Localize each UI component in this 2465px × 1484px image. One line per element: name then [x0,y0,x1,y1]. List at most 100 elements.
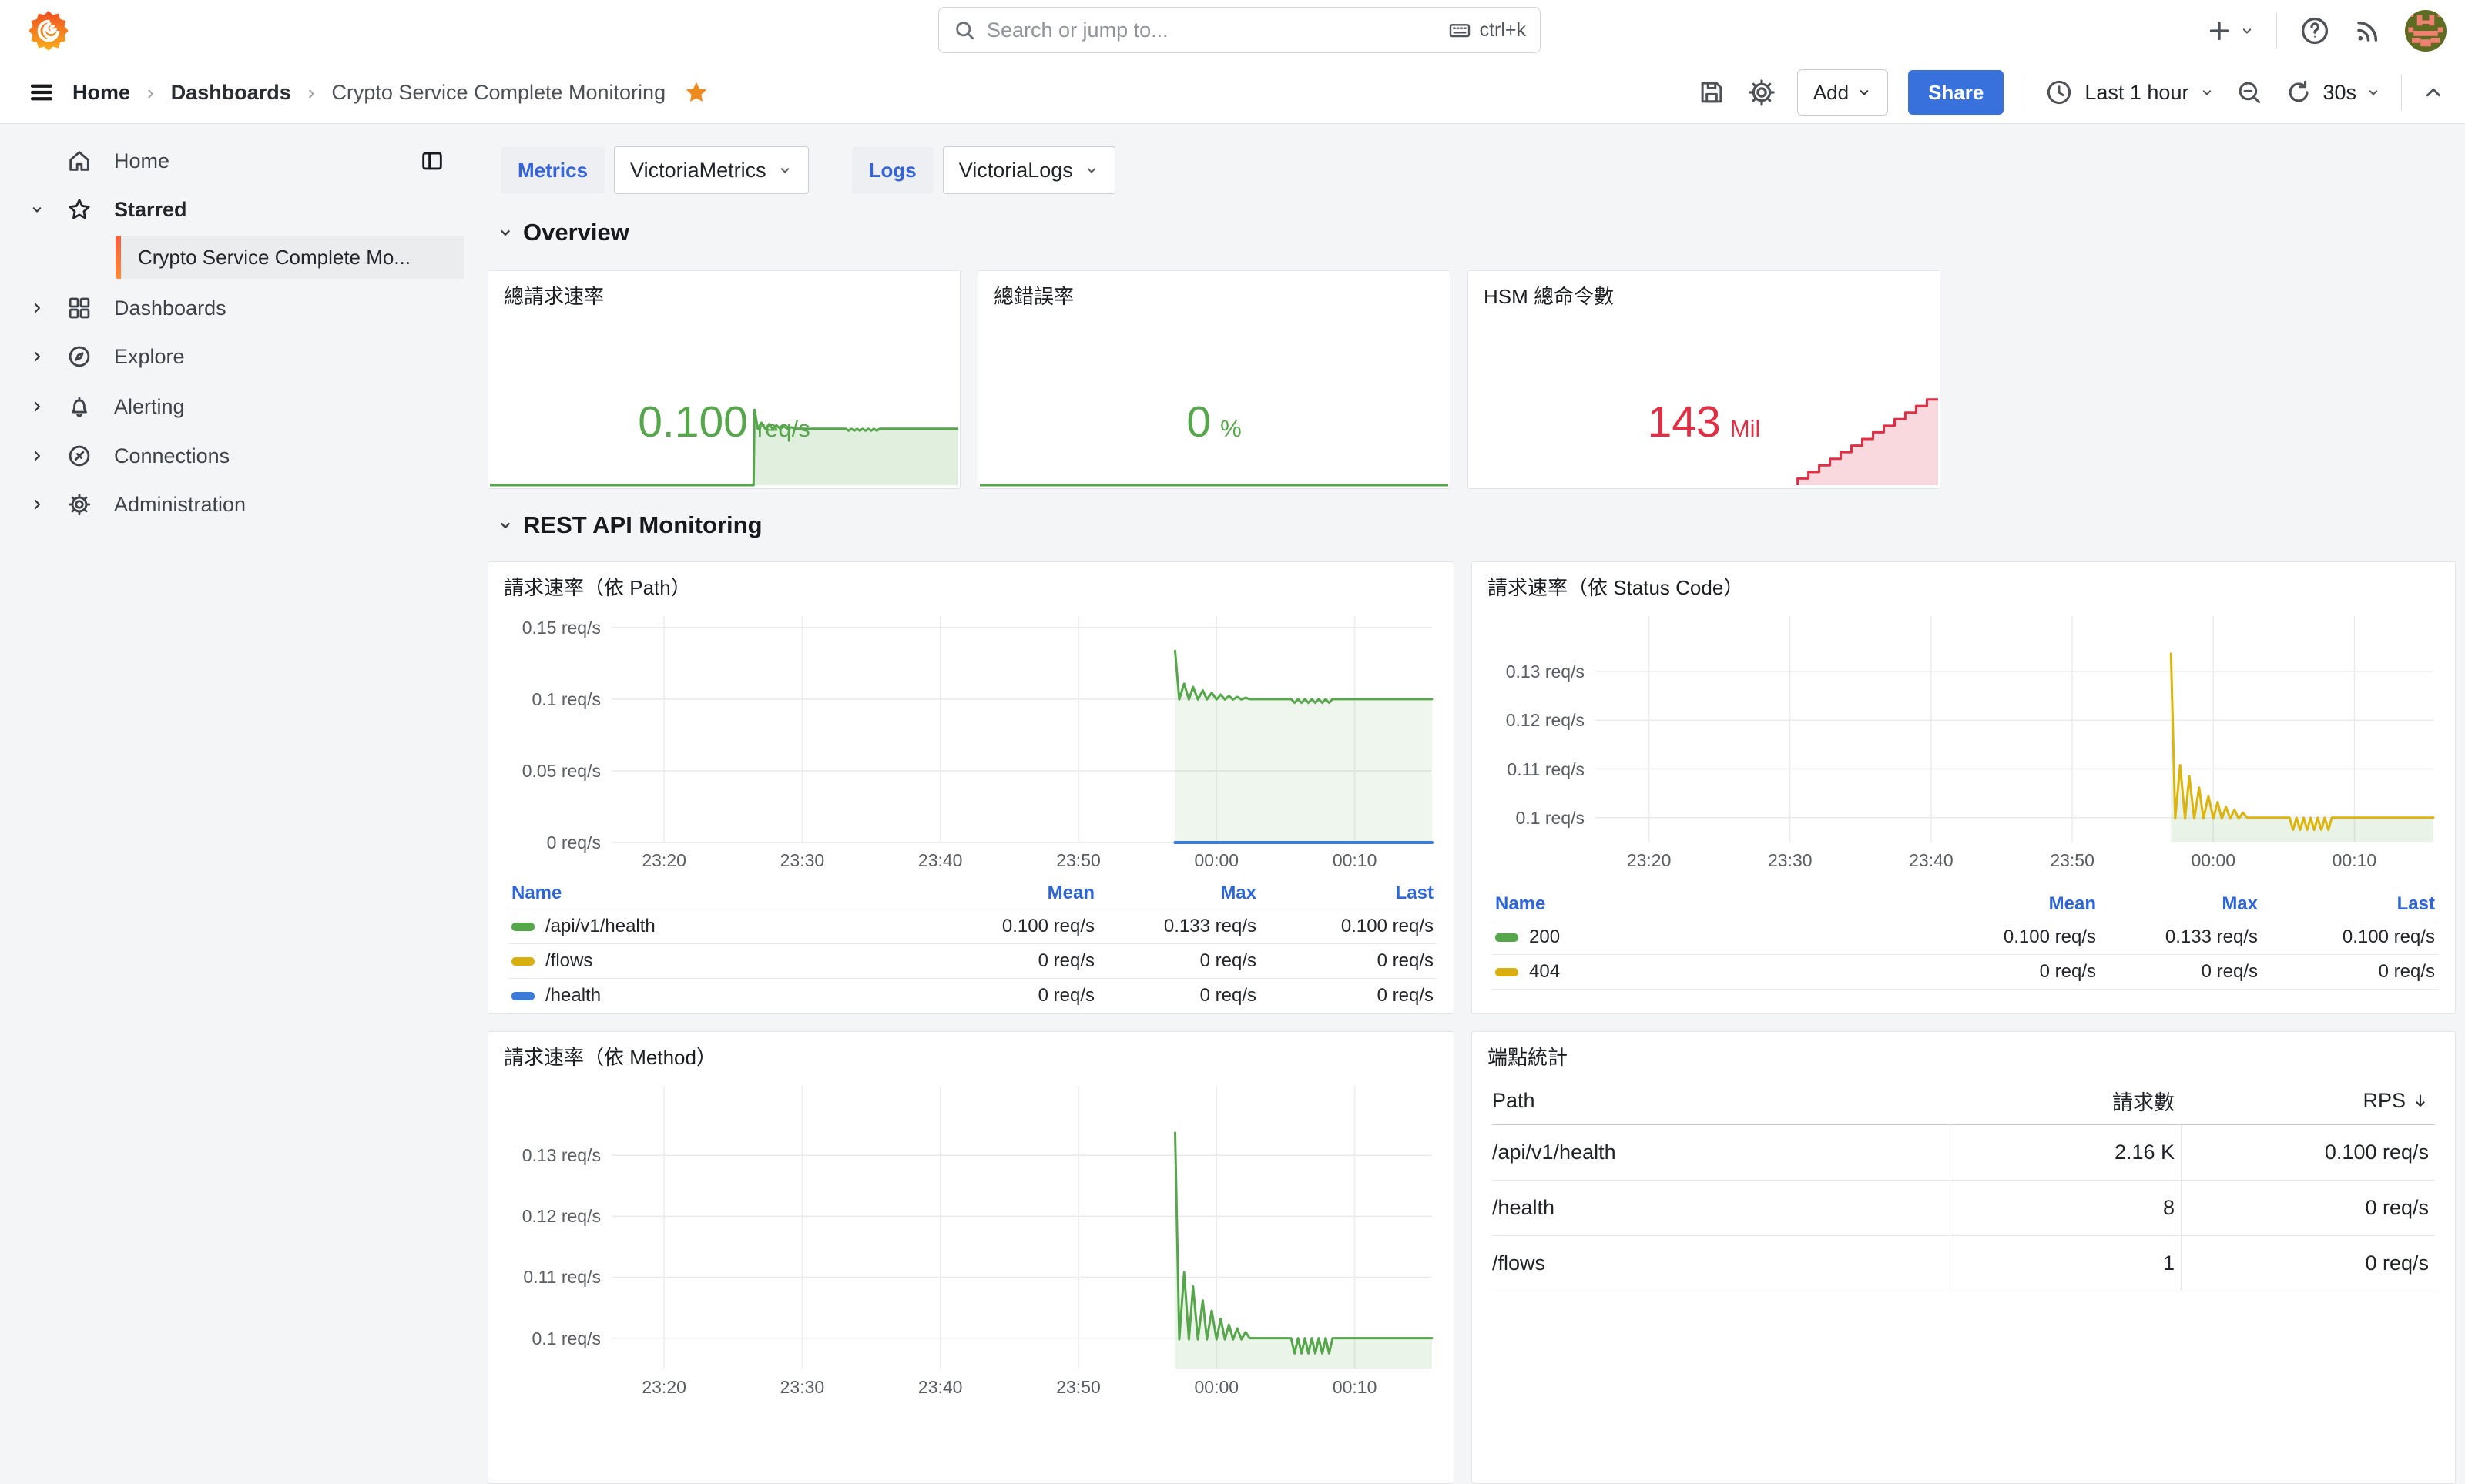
series-color-swatch [511,957,535,966]
add-new-button[interactable] [2205,17,2255,45]
refresh-icon [2284,78,2313,107]
panel-title: 請求速率（依 Status Code） [1487,572,1743,601]
stat-panel-total-error-rate[interactable]: 總錯誤率 0 % [978,270,1450,489]
variable-picker-metrics[interactable]: VictoriaMetrics [614,146,809,194]
variable-label-logs: Logs [852,147,934,193]
x-axis-label: 23:50 [2026,850,2118,871]
sidebar-item-starred[interactable]: Starred [0,187,471,232]
sidebar-item-label: Explore [114,345,185,369]
shortcut-hint: ctrl+k [1447,18,1526,42]
chart-panel-rate-by-status[interactable]: 請求速率（依 Status Code） 0.13 req/s0.12 req/s… [1471,561,2456,1014]
series-color-swatch [511,992,535,1000]
breadcrumb-separator: › [308,81,315,105]
zoom-out-time-button[interactable] [2235,78,2264,107]
column-header-path[interactable]: Path [1492,1089,1950,1113]
help-button[interactable] [2299,15,2331,47]
legend-table: NameMeanMaxLast2000.100 req/s0.133 req/s… [1492,889,2438,990]
y-axis-label: 0.11 req/s [496,1267,601,1288]
x-axis-label: 23:40 [894,850,987,871]
add-panel-button[interactable]: Add [1797,69,1888,116]
time-range-picker[interactable]: Last 1 hour [2044,78,2215,107]
x-axis-label: 23:50 [1032,1377,1125,1398]
search-input[interactable]: Search or jump to... ctrl+k [938,7,1541,53]
breadcrumb-current: Crypto Service Complete Monitoring [331,81,666,105]
timeseries-plot[interactable]: 0.13 req/s0.12 req/s0.11 req/s0.1 req/s2… [1480,610,2444,876]
chevron-down-icon [2199,85,2215,100]
zoom-out-icon [2235,78,2264,107]
share-button[interactable]: Share [1908,70,2004,115]
chevron-down-icon [777,162,793,178]
x-axis-label: 23:20 [618,850,710,871]
news-button[interactable] [2353,15,2383,46]
sidebar-item-dashboards[interactable]: Dashboards [0,286,471,330]
y-axis-label: 0.1 req/s [496,689,601,710]
table-panel-endpoint-stats[interactable]: 端點統計 Path 請求數 RPS /api/v1/health2.16 K0.… [1471,1031,2456,1484]
chevron-down-icon [1084,162,1099,178]
y-axis-label: 0.05 req/s [496,761,601,782]
column-header-rps[interactable]: RPS [2181,1077,2435,1124]
chart-panel-rate-by-method[interactable]: 請求速率（依 Method） 0.13 req/s0.12 req/s0.11 … [488,1031,1454,1484]
y-axis-label: 0.13 req/s [1480,662,1585,682]
question-circle-icon [2299,15,2331,47]
breadcrumb-dashboards[interactable]: Dashboards [171,81,291,105]
compass-icon [66,343,92,370]
sidebar-item-explore[interactable]: Explore [0,334,471,379]
x-axis-label: 23:50 [1032,850,1125,871]
grafana-logo-icon[interactable] [28,10,69,52]
x-axis-label: 23:40 [1885,850,1977,871]
series-color-swatch [1495,968,1518,976]
x-axis-label: 00:10 [1309,850,1401,871]
star-filled-icon [682,79,710,106]
x-axis-label: 00:00 [2167,850,2259,871]
chevron-right-icon[interactable] [29,300,45,316]
row-overview-toggle[interactable]: Overview [497,219,629,246]
bell-icon [66,394,92,420]
legend-row[interactable]: 4040 req/s0 req/s0 req/s [1492,955,2438,990]
refresh-button[interactable]: 30s [2284,78,2381,107]
y-axis-label: 0.1 req/s [496,1328,601,1349]
legend-row[interactable]: /api/v1/health0.100 req/s0.133 req/s0.10… [508,909,1437,944]
sidebar-item-label: Starred [114,198,187,222]
stat-panel-hsm-total-commands[interactable]: HSM 總命令數 143 Mil [1467,270,1940,489]
save-icon [1697,78,1726,107]
section-title: Overview [523,219,629,246]
sidebar-item-label: Dashboards [114,296,226,320]
save-dashboard-button[interactable] [1697,78,1726,107]
stat-panel-total-request-rate[interactable]: 總請求速率 0.100 req/s [488,270,961,489]
sidebar-item-current-dashboard[interactable]: Crypto Service Complete Mo... [116,236,464,279]
divider [2401,75,2402,110]
endpoint-table: Path 請求數 RPS /api/v1/health2.16 K0.100 r… [1492,1077,2435,1291]
chevron-right-icon[interactable] [29,497,45,512]
variable-picker-logs[interactable]: VictoriaLogs [943,146,1115,194]
dock-menu-icon[interactable] [419,148,445,174]
sidebar-item-connections[interactable]: Connections [0,434,471,478]
legend-row[interactable]: /health0 req/s0 req/s0 req/s [508,979,1437,1013]
chevron-down-icon[interactable] [29,202,45,217]
sidebar-item-administration[interactable]: Administration [0,482,471,527]
timeseries-plot[interactable]: 0.15 req/s0.1 req/s0.05 req/s0 req/s23:2… [496,610,1443,876]
mega-menu-toggle[interactable] [28,79,55,106]
chevron-right-icon[interactable] [29,399,45,414]
collapse-header-button[interactable] [2422,81,2445,104]
x-axis-label: 23:30 [756,1377,848,1398]
breadcrumb-home[interactable]: Home [72,81,130,105]
chart-panel-rate-by-path[interactable]: 請求速率（依 Path） 0.15 req/s0.1 req/s0.05 req… [488,561,1454,1014]
chevron-right-icon[interactable] [29,448,45,464]
dashboard-settings-button[interactable] [1746,77,1777,108]
legend-row[interactable]: 2000.100 req/s0.133 req/s0.100 req/s [1492,920,2438,955]
sidebar-item-label: Home [114,149,169,173]
avatar[interactable] [2405,10,2447,52]
chevron-right-icon[interactable] [29,349,45,364]
unstar-dashboard-button[interactable] [682,79,710,106]
sidebar-item-home[interactable]: Home [0,139,471,183]
sidebar-item-alerting[interactable]: Alerting [0,384,471,429]
cell-rps: 0 req/s [2181,1236,2435,1291]
x-axis-label: 23:20 [1603,850,1695,871]
column-header-requests[interactable]: 請求數 [1950,1077,2181,1124]
active-indicator-bar [116,236,121,279]
timeseries-plot[interactable]: 0.13 req/s0.12 req/s0.11 req/s0.1 req/s2… [496,1080,1443,1403]
row-rest-api-toggle[interactable]: REST API Monitoring [497,511,763,539]
admin-gear-icon [66,491,92,518]
cell-path: /health [1492,1196,1950,1220]
legend-row[interactable]: /flows0 req/s0 req/s0 req/s [508,944,1437,979]
